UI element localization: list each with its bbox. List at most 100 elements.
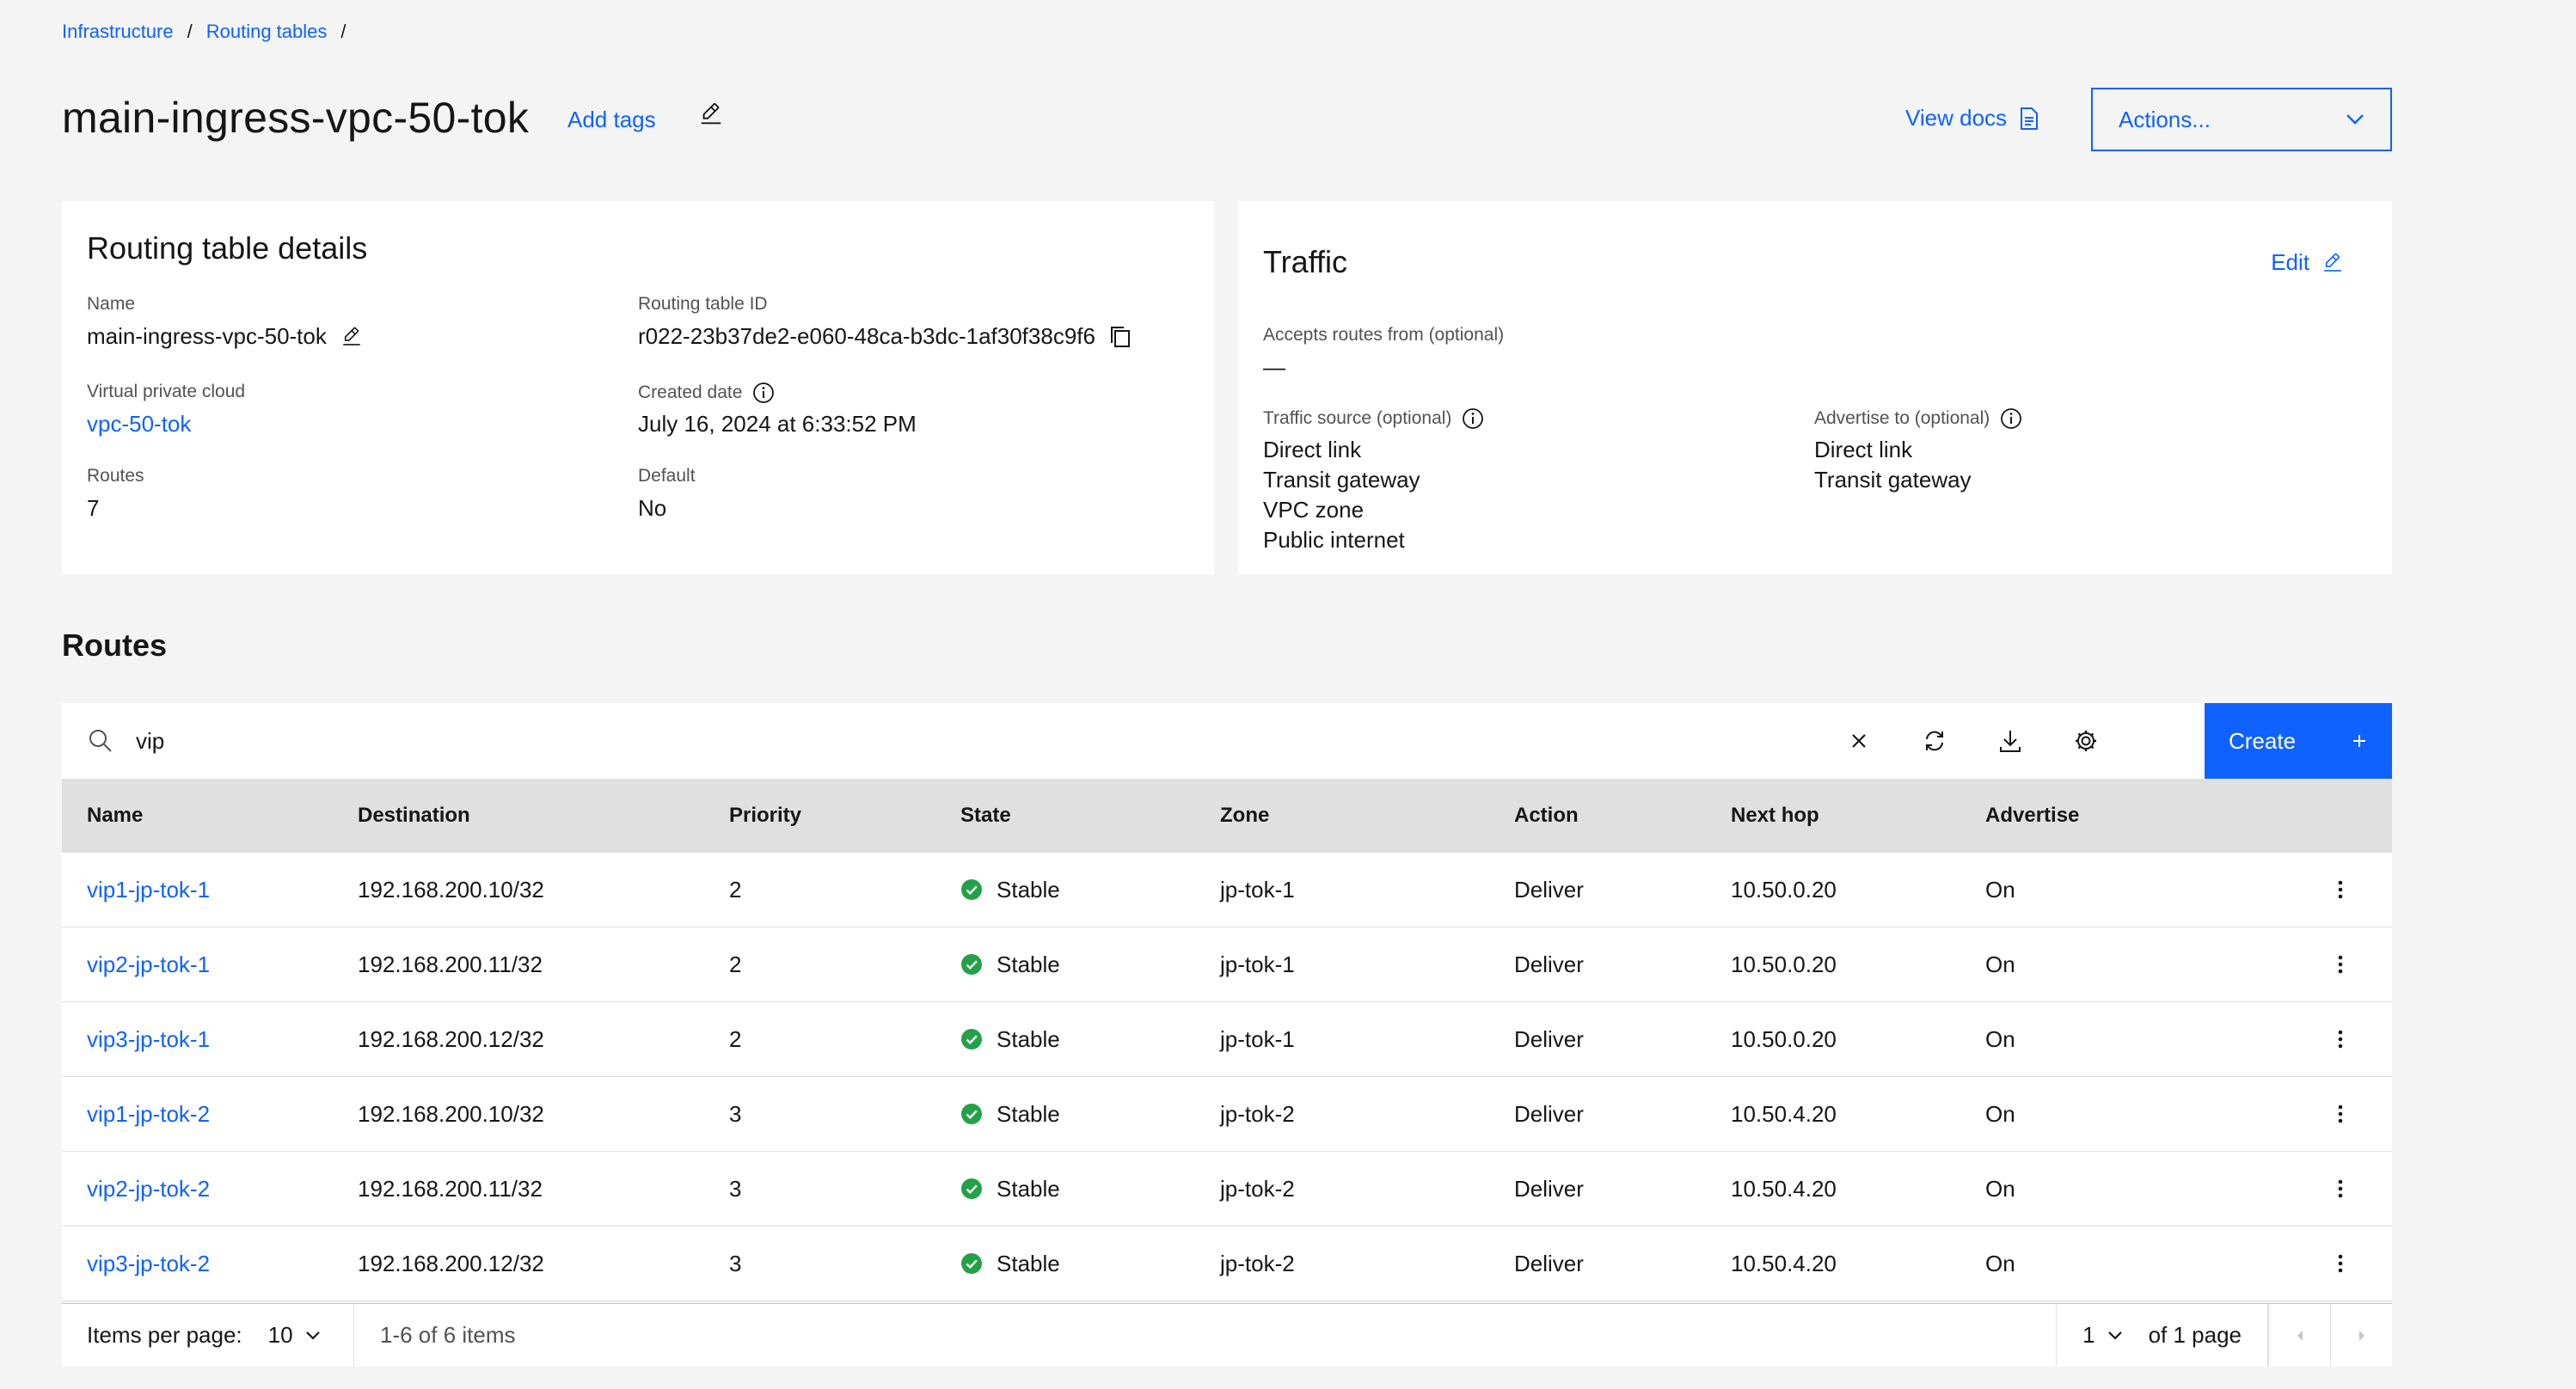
page-select[interactable]: 1 <box>2082 1322 2122 1349</box>
column-header[interactable]: Name <box>87 804 143 828</box>
state-cell: Stable <box>960 951 1060 978</box>
view-docs-label: View docs <box>1905 105 2008 131</box>
traffic-source-list: Direct link Transit gateway VPC zone Pub… <box>1263 437 1420 554</box>
checkmark-filled-icon <box>961 879 982 900</box>
checkmark-filled-icon <box>961 1178 982 1199</box>
search-input[interactable] <box>136 727 1821 755</box>
copy-icon[interactable] <box>1109 325 1132 349</box>
column-header[interactable]: Action <box>1514 804 1579 828</box>
routes-count: 7 <box>87 495 100 521</box>
advertise-to-item: Transit gateway <box>1814 467 1972 493</box>
info-icon[interactable] <box>2000 407 2022 430</box>
vpc-label: Virtual private cloud <box>87 382 246 401</box>
route-name-link[interactable]: vip2-jp-tok-2 <box>87 1176 210 1202</box>
items-per-page-label: Items per page: <box>87 1322 242 1348</box>
close-icon <box>1852 734 1866 748</box>
column-header[interactable]: Zone <box>1220 804 1269 828</box>
breadcrumb: Infrastructure / Routing tables / <box>62 21 347 43</box>
column-header[interactable]: Priority <box>729 804 801 828</box>
action-cell: Deliver <box>1514 1250 1584 1276</box>
route-name-link[interactable]: vip1-jp-tok-1 <box>87 877 210 903</box>
edit-name-icon[interactable] <box>340 326 363 348</box>
route-name-link[interactable]: vip2-jp-tok-1 <box>87 951 210 978</box>
column-header[interactable]: State <box>960 804 1011 828</box>
state-text: Stable <box>997 1025 1060 1052</box>
routes-section-title: Routes <box>62 627 168 663</box>
info-icon[interactable] <box>752 382 775 404</box>
overflow-menu-icon[interactable] <box>2323 1254 2358 1273</box>
clear-search-button[interactable] <box>1821 703 1897 779</box>
column-header[interactable]: Next hop <box>1731 804 1819 828</box>
overflow-menu-icon[interactable] <box>2323 955 2358 974</box>
info-icon[interactable] <box>1462 407 1484 430</box>
checkmark-filled-icon <box>961 1253 982 1274</box>
page-select-value: 1 <box>2082 1322 2095 1348</box>
zone-cell: jp-tok-2 <box>1220 1100 1295 1127</box>
next-hop-cell: 10.50.0.20 <box>1731 876 1837 903</box>
state-text: Stable <box>997 1100 1060 1127</box>
details-title: Routing table details <box>87 230 368 266</box>
route-name-link[interactable]: vip3-jp-tok-2 <box>87 1251 210 1277</box>
priority-cell: 2 <box>729 1025 742 1052</box>
routing-table-id-value: r022-23b37de2-e060-48ca-b3dc-1af30f38c9f… <box>638 323 1132 350</box>
overflow-menu-icon[interactable] <box>2323 1104 2358 1123</box>
next-page-button[interactable] <box>2330 1304 2392 1367</box>
default-label: Default <box>638 466 696 486</box>
traffic-source-item: Direct link <box>1263 437 1362 462</box>
advertise-to-label: Advertise to (optional) <box>1814 407 2022 430</box>
overflow-menu-icon[interactable] <box>2323 1179 2358 1198</box>
zone-cell: jp-tok-2 <box>1220 1250 1295 1276</box>
previous-page-button[interactable] <box>2268 1304 2330 1367</box>
actions-dropdown[interactable]: Actions... <box>2091 88 2392 151</box>
vpc-link[interactable]: vpc-50-tok <box>87 411 191 438</box>
routes-label: Routes <box>87 466 144 486</box>
column-header[interactable]: Destination <box>358 804 470 828</box>
priority-cell: 2 <box>729 951 742 977</box>
page-count: of 1 page <box>2148 1322 2242 1348</box>
items-per-page-select[interactable]: 10 <box>268 1322 321 1349</box>
add-tags-link[interactable]: Add tags <box>567 107 656 133</box>
settings-button[interactable] <box>2048 703 2124 779</box>
destination-cell: 192.168.200.11/32 <box>358 951 543 977</box>
view-docs-link[interactable]: View docs <box>1905 105 2039 132</box>
route-name-link[interactable]: vip3-jp-tok-1 <box>87 1026 210 1053</box>
name-text: main-ingress-vpc-50-tok <box>87 323 327 349</box>
route-name-link[interactable]: vip1-jp-tok-2 <box>87 1101 210 1128</box>
routes-toolbar: Create <box>62 703 2392 779</box>
state-cell: Stable <box>960 877 1060 903</box>
document-icon <box>2021 107 2039 130</box>
gear-icon <box>2076 731 2096 751</box>
download-button[interactable] <box>1972 703 2048 779</box>
table-row: vip2-jp-tok-1 192.168.200.11/32 2 Stable jp-… <box>62 927 2392 1002</box>
chevron-down-icon <box>305 1331 320 1340</box>
refresh-button[interactable] <box>1897 703 1972 779</box>
action-cell: Deliver <box>1514 1175 1584 1202</box>
created-date-label-text: Created date <box>638 382 743 402</box>
destination-cell: 192.168.200.10/32 <box>358 876 544 903</box>
state-cell: Stable <box>960 1251 1060 1277</box>
overflow-menu-icon[interactable] <box>2323 880 2358 899</box>
overflow-menu-icon[interactable] <box>2323 1030 2358 1049</box>
advertise-cell: On <box>1985 1025 2015 1052</box>
advertise-to-label-text: Advertise to (optional) <box>1814 408 1990 428</box>
checkmark-filled-icon <box>961 1104 982 1124</box>
next-hop-cell: 10.50.4.20 <box>1731 1100 1837 1127</box>
accepts-routes-label: Accepts routes from (optional) <box>1263 325 1505 345</box>
items-range: 1-6 of 6 items <box>380 1322 516 1348</box>
traffic-source-item: Public internet <box>1263 527 1405 553</box>
traffic-source-item: VPC zone <box>1263 497 1365 523</box>
advertise-cell: On <box>1985 1250 2015 1276</box>
edit-title-icon[interactable] <box>698 101 724 127</box>
routes-table: Name Destination Priority State Zone Act… <box>62 779 2392 1301</box>
zone-cell: jp-tok-2 <box>1220 1175 1295 1202</box>
next-hop-cell: 10.50.4.20 <box>1731 1250 1837 1276</box>
priority-cell: 2 <box>729 876 742 903</box>
create-button[interactable]: Create <box>2205 703 2392 779</box>
column-header[interactable]: Advertise <box>1985 804 2079 828</box>
breadcrumb-routing-tables[interactable]: Routing tables <box>206 21 328 43</box>
state-cell: Stable <box>960 1026 1060 1053</box>
caret-right-icon <box>2358 1330 2364 1341</box>
traffic-edit-button[interactable]: Edit <box>2271 249 2344 276</box>
traffic-edit-label: Edit <box>2271 249 2309 275</box>
breadcrumb-infrastructure[interactable]: Infrastructure <box>62 21 174 43</box>
